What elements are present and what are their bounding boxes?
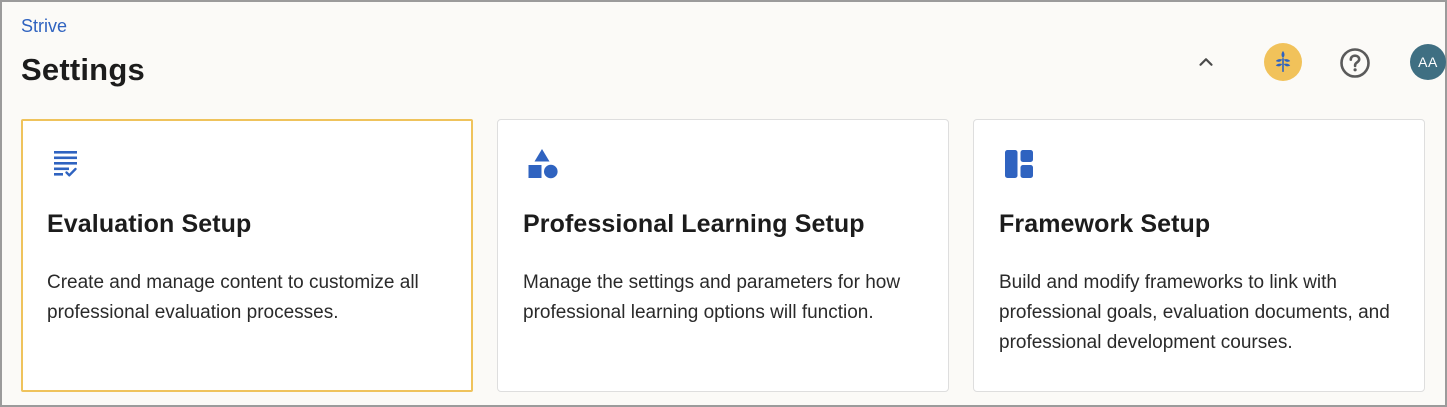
card-title: Professional Learning Setup: [523, 210, 865, 238]
collapse-button[interactable]: [1190, 46, 1222, 78]
help-button[interactable]: [1338, 46, 1372, 80]
card-description: Build and modify frameworks to link with…: [999, 272, 1390, 353]
user-avatar[interactable]: AA: [1410, 44, 1446, 80]
header-actions: AA: [1182, 42, 1447, 82]
help-circle-icon: [1340, 48, 1370, 78]
settings-cards: Evaluation Setup Create and manage conte…: [21, 119, 1425, 393]
card-description: Manage the settings and parameters for h…: [523, 272, 901, 323]
dashboard-layout-icon: [1005, 150, 1033, 178]
breadcrumb-strive[interactable]: Strive: [21, 16, 67, 37]
shapes-icon: [528, 149, 558, 179]
settings-page: Strive Settings AA Evaluation Setup Crea…: [0, 0, 1447, 407]
card-framework-setup[interactable]: Framework Setup Build and modify framewo…: [973, 119, 1425, 392]
card-title: Framework Setup: [999, 210, 1211, 238]
page-title: Settings: [21, 52, 145, 87]
chevron-up-icon: [1199, 58, 1213, 66]
card-professional-learning-setup[interactable]: Professional Learning Setup Manage the s…: [497, 119, 949, 392]
card-title: Evaluation Setup: [47, 210, 252, 238]
wheat-logo-icon: [1275, 51, 1291, 72]
checklist-icon: [54, 151, 77, 177]
card-description: Create and manage content to customize a…: [47, 272, 419, 323]
brand-logo-button[interactable]: [1264, 43, 1302, 81]
card-evaluation-setup[interactable]: Evaluation Setup Create and manage conte…: [21, 119, 473, 392]
